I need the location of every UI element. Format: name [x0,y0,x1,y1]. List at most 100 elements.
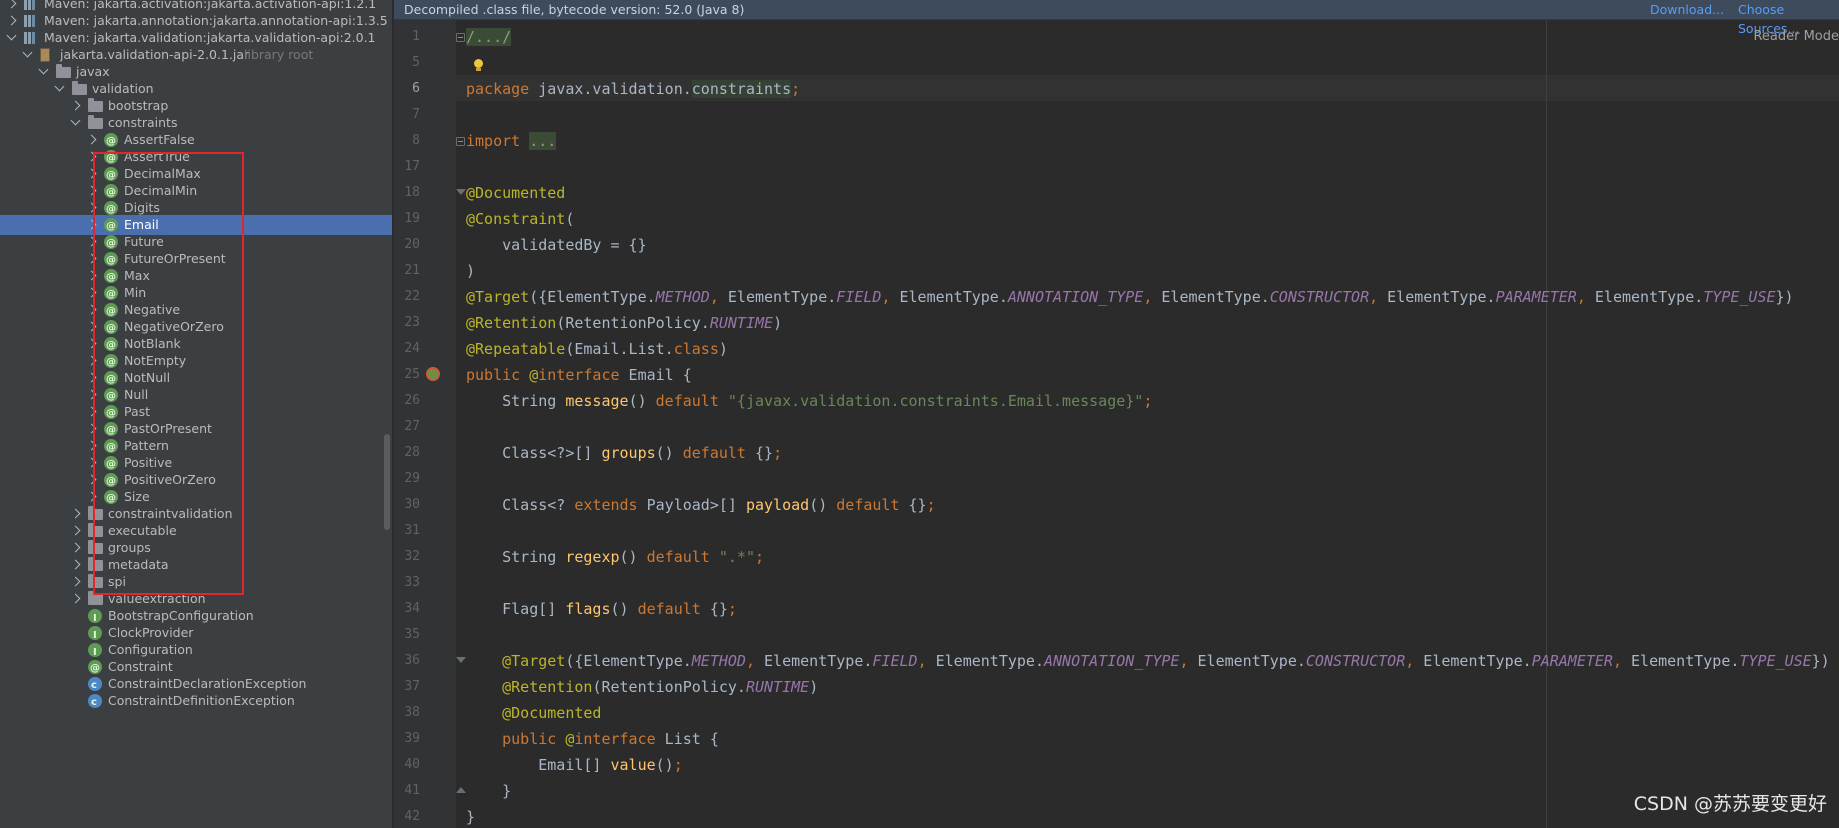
chevron-right-icon[interactable] [86,270,97,281]
right-margin-guide [1546,20,1547,828]
chevron-right-icon[interactable] [86,287,97,298]
code-line[interactable]: @Retention(RetentionPolicy.RUNTIME) [466,310,782,336]
code-line[interactable]: ) [466,258,475,284]
chevron-right-icon[interactable] [70,100,81,111]
chevron-right-icon[interactable] [86,321,97,332]
annotation-icon [104,489,118,509]
annotation-icon [104,217,118,237]
code-line[interactable]: @Documented [466,180,565,206]
library-icon [24,0,36,10]
chevron-down-icon[interactable] [22,47,33,58]
annotation-icon [104,370,118,390]
reader-mode-toggle[interactable]: Reader Mode [1753,29,1839,44]
code-line[interactable]: package javax.validation.constraints; [466,76,800,102]
line-number: 28 [404,445,420,460]
line-number: 38 [404,705,420,720]
code-line[interactable]: @Documented [466,700,601,726]
chevron-right-icon[interactable] [86,440,97,451]
chevron-right-icon[interactable] [86,253,97,264]
chevron-down-icon[interactable] [38,64,49,75]
chevron-right-icon[interactable] [70,593,81,604]
line-number: 27 [404,419,420,434]
line-number: 42 [404,809,420,824]
chevron-right-icon[interactable] [86,355,97,366]
line-number: 1 [412,29,420,44]
chevron-right-icon[interactable] [86,202,97,213]
chevron-right-icon[interactable] [86,151,97,162]
code-line[interactable]: import ... [466,128,557,154]
chevron-right-icon[interactable] [86,423,97,434]
line-number-gutter[interactable]: 1 5 6 7 8 17 18 19 20 21 22 23 24 25 26 27 28 29 30 31 32 33 3… [394,20,456,828]
line-number: 39 [404,731,420,746]
annotation-icon [104,285,118,305]
code-line[interactable]: String message() default "{javax.validat… [466,388,1152,414]
fold-marker-icon[interactable] [456,189,466,195]
chevron-down-icon[interactable] [54,81,65,92]
code-editor[interactable]: Decompiled .class file, bytecode version… [394,0,1839,828]
chevron-right-icon[interactable] [86,304,97,315]
chevron-down-icon[interactable] [70,115,81,126]
code-line[interactable]: /.../ [466,24,512,50]
chevron-right-icon[interactable] [70,525,81,536]
line-number: 33 [404,575,420,590]
chevron-right-icon[interactable] [6,15,17,26]
code-line[interactable]: public @interface List { [466,726,719,752]
code-line[interactable]: @Target({ElementType.METHOD, ElementType… [466,648,1830,674]
chevron-right-icon[interactable] [86,406,97,417]
tree-scrollbar[interactable] [384,434,390,530]
code-line[interactable]: @Constraint( [466,206,574,232]
project-tree-panel: Maven: jakarta.activation:jakarta.activa… [0,0,392,828]
code-line[interactable]: @Retention(RetentionPolicy.RUNTIME) [466,674,818,700]
code-line[interactable]: Flag[] flags() default {}; [466,596,737,622]
download-link[interactable]: Download... [1650,0,1724,19]
code-line[interactable]: public @interface Email { [466,362,692,388]
implemented-gutter-icon[interactable] [426,367,440,381]
code-line[interactable]: @Repeatable(Email.List.class) [466,336,728,362]
class-icon [88,676,102,696]
code-line[interactable]: Email[] value(); [466,752,683,778]
chevron-right-icon[interactable] [86,338,97,349]
annotation-icon [104,200,118,220]
chevron-right-icon[interactable] [6,0,17,9]
code-line[interactable]: Class<? extends Payload>[] payload() def… [466,492,936,518]
code-line[interactable]: } [466,778,511,804]
chevron-right-icon[interactable] [86,474,97,485]
code-line[interactable]: } [466,804,475,828]
tree-item[interactable]: ConstraintDefinitionException [0,691,392,713]
line-number: 29 [404,471,420,486]
code-line[interactable]: String regexp() default ".*"; [466,544,764,570]
chevron-right-icon[interactable] [86,236,97,247]
fold-marker-icon[interactable] [456,33,465,42]
chevron-right-icon[interactable] [70,576,81,587]
line-number: 37 [404,679,420,694]
chevron-right-icon[interactable] [86,168,97,179]
folder-icon [56,64,71,78]
annotation-icon [104,183,118,203]
code-line[interactable]: Class<?>[] groups() default {}; [466,440,782,466]
chevron-right-icon[interactable] [70,508,81,519]
interface-icon [88,626,102,646]
annotation-icon [104,149,118,169]
chevron-right-icon[interactable] [86,491,97,502]
chevron-right-icon[interactable] [86,185,97,196]
folder-icon [88,506,103,520]
chevron-right-icon[interactable] [86,219,97,230]
fold-marker-icon[interactable] [456,787,466,793]
chevron-right-icon[interactable] [70,559,81,570]
code-line[interactable]: @Target({ElementType.METHOD, ElementType… [466,284,1794,310]
interface-icon [88,643,102,663]
chevron-down-icon[interactable] [6,30,17,41]
lightbulb-icon[interactable] [473,59,483,71]
code-line[interactable]: validatedBy = {} [466,232,647,258]
line-number: 21 [404,263,420,278]
annotation-icon [104,472,118,492]
fold-marker-icon[interactable] [456,657,466,663]
annotation-icon [104,387,118,407]
chevron-right-icon[interactable] [86,389,97,400]
chevron-right-icon[interactable] [86,372,97,383]
chevron-right-icon[interactable] [86,134,97,145]
line-number: 25 [404,367,420,382]
chevron-right-icon[interactable] [86,457,97,468]
chevron-right-icon[interactable] [70,542,81,553]
fold-marker-icon[interactable] [456,137,465,146]
